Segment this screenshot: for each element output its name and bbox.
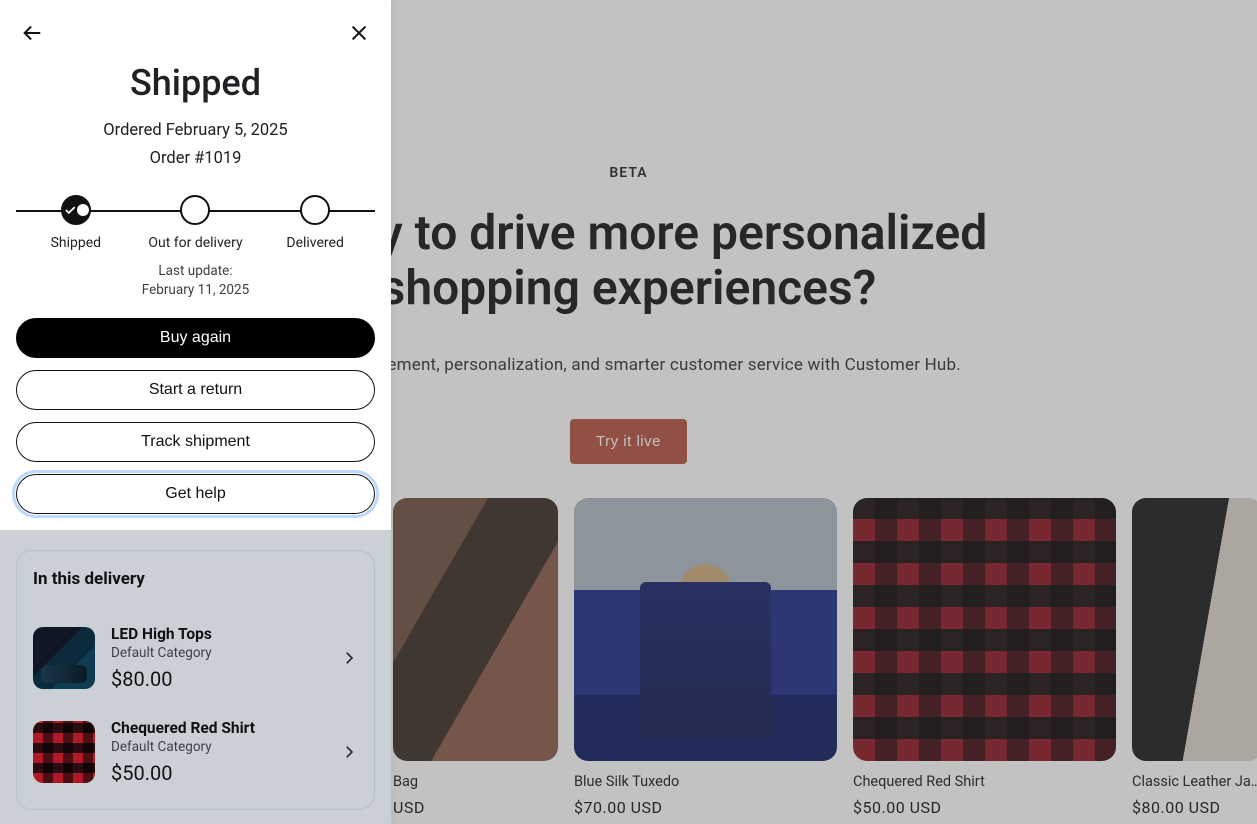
item-info: Chequered Red Shirt Default Category $50… <box>111 719 324 785</box>
step-delivered: Delivered <box>255 195 375 251</box>
step-dot <box>300 195 330 225</box>
item-category: Default Category <box>111 739 324 755</box>
close-icon <box>348 22 370 44</box>
last-update-value: February 11, 2025 <box>16 281 375 300</box>
panel-bottom: In this delivery LED High Tops Default C… <box>0 530 391 824</box>
item-thumbnail <box>33 627 95 689</box>
step-shipped: Shipped <box>16 195 136 251</box>
item-thumbnail <box>33 721 95 783</box>
order-meta: Ordered February 5, 2025 Order #1019 <box>16 118 375 171</box>
chevron-right-icon <box>340 743 358 761</box>
order-number: Order #1019 <box>16 146 375 172</box>
step-dot <box>180 195 210 225</box>
check-icon <box>63 203 77 217</box>
step-label: Delivered <box>286 235 343 251</box>
panel-header <box>18 18 373 48</box>
start-return-button[interactable]: Start a return <box>16 370 375 410</box>
last-update-label: Last update: <box>16 262 375 281</box>
shipment-status-title: Shipped <box>16 62 375 104</box>
order-status-panel: Shipped Ordered February 5, 2025 Order #… <box>0 0 391 824</box>
delivery-card: In this delivery LED High Tops Default C… <box>16 550 375 810</box>
step-label: Out for delivery <box>148 235 242 251</box>
last-update: Last update: February 11, 2025 <box>16 262 375 300</box>
item-price: $80.00 <box>111 667 324 691</box>
delivery-item[interactable]: LED High Tops Default Category $80.00 <box>33 611 358 705</box>
item-name: Chequered Red Shirt <box>111 719 324 737</box>
step-label: Shipped <box>51 235 101 251</box>
item-price: $50.00 <box>111 761 324 785</box>
track-shipment-button[interactable]: Track shipment <box>16 422 375 462</box>
panel-top: Shipped Ordered February 5, 2025 Order #… <box>0 0 391 530</box>
arrow-left-icon <box>21 22 43 44</box>
ordered-date: Ordered February 5, 2025 <box>16 118 375 144</box>
step-out-for-delivery: Out for delivery <box>136 195 256 251</box>
item-info: LED High Tops Default Category $80.00 <box>111 625 324 691</box>
step-dot-done <box>61 195 91 225</box>
item-name: LED High Tops <box>111 625 324 643</box>
buy-again-button[interactable]: Buy again <box>16 318 375 358</box>
item-category: Default Category <box>111 645 324 661</box>
progress-stepper: Shipped Out for delivery Delivered <box>16 195 375 250</box>
close-button[interactable] <box>345 19 373 47</box>
chevron-right-icon <box>340 649 358 667</box>
delivery-title: In this delivery <box>33 569 358 589</box>
get-help-button[interactable]: Get help <box>16 474 375 514</box>
delivery-item[interactable]: Chequered Red Shirt Default Category $50… <box>33 705 358 799</box>
back-button[interactable] <box>18 19 46 47</box>
